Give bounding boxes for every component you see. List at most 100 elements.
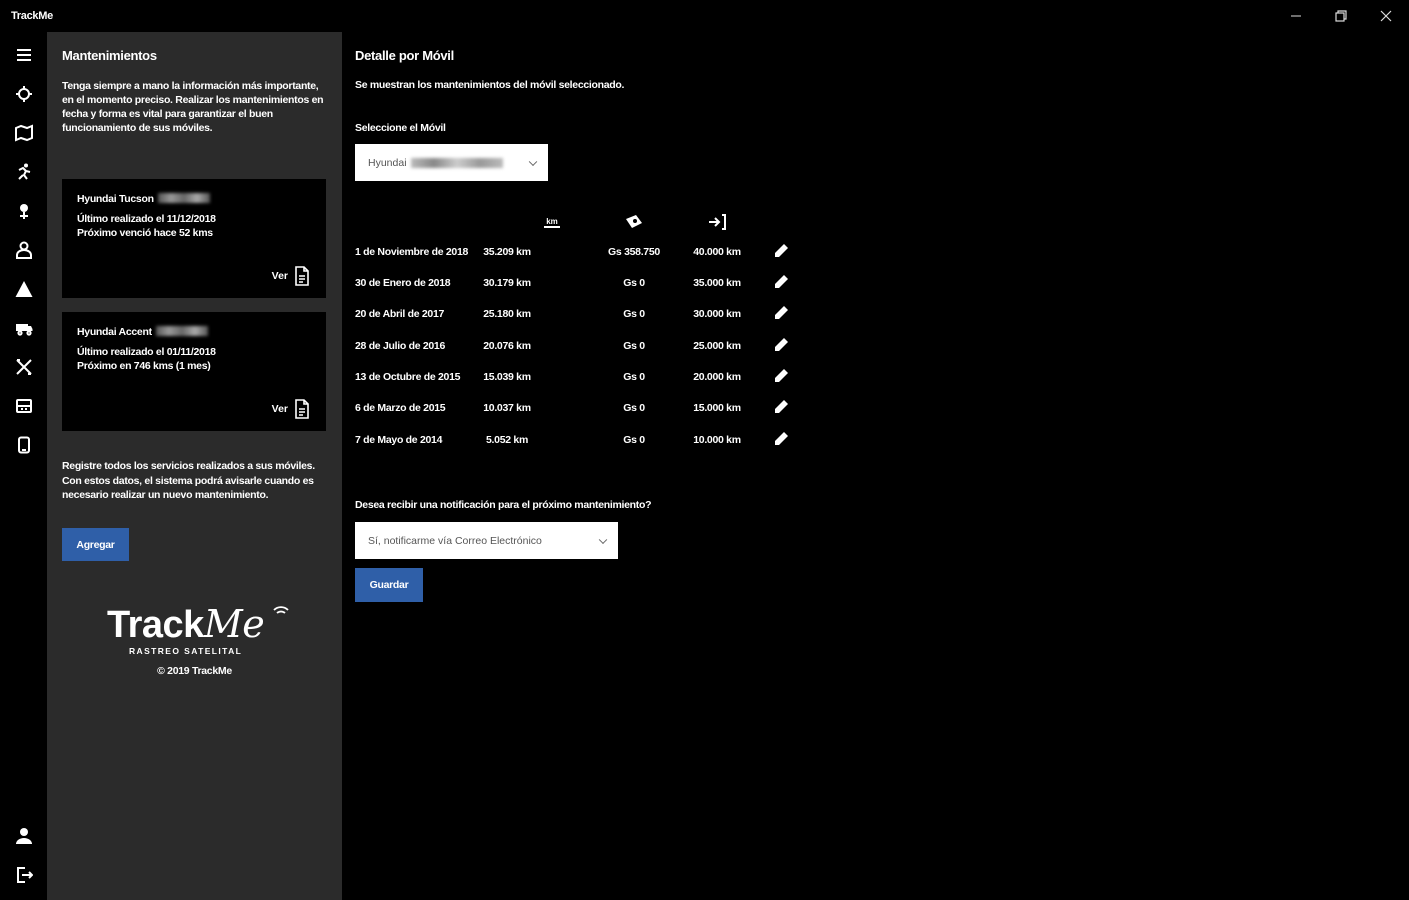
pencil-icon (775, 338, 788, 351)
pin-icon (20, 204, 28, 219)
card-next-service: Próximo venció hace 52 kms (77, 227, 213, 239)
add-button[interactable]: Agregar (62, 528, 129, 561)
nav-alerts[interactable] (8, 275, 40, 303)
table-row: 7 de Mayo de 2014 5.052 km Gs 0 10.000 k… (355, 431, 795, 451)
nav-rail (0, 32, 47, 900)
close-button[interactable] (1366, 4, 1406, 28)
nav-maintenance[interactable] (8, 353, 40, 381)
row-date: 1 de Noviembre de 2018 (355, 246, 469, 258)
nav-tracking[interactable] (8, 80, 40, 108)
title-bar: TrackMe (0, 0, 1409, 32)
edit-button[interactable] (773, 274, 789, 290)
notification-select-value: Sí, notificarme vía Correo Electrónico (368, 534, 542, 547)
maintenance-panel: Mantenimientos Tenga siempre a mano la i… (47, 32, 342, 900)
document-icon (295, 399, 309, 419)
row-date: 20 de Abril de 2017 (355, 308, 445, 320)
menu-button[interactable] (8, 41, 40, 69)
row-km: 20.076 km (483, 340, 531, 352)
view-label: Ver (271, 403, 288, 415)
row-cost: Gs 0 (623, 277, 645, 289)
column-km-header: km (532, 212, 572, 232)
chevron-down-icon (598, 535, 608, 544)
minimize-icon (1291, 15, 1301, 17)
document-icon (295, 266, 309, 286)
row-cost: Gs 0 (623, 371, 645, 383)
nav-devices[interactable] (8, 431, 40, 459)
pencil-icon (775, 244, 788, 257)
register-text: Registre todos los servicios realizados … (62, 460, 315, 501)
chevron-down-icon (528, 157, 538, 166)
edit-button[interactable] (773, 431, 789, 447)
nav-map[interactable] (8, 119, 40, 147)
edit-button[interactable] (773, 305, 789, 321)
pencil-icon (775, 306, 788, 319)
minimize-button[interactable] (1276, 4, 1316, 28)
signal-icon (273, 606, 289, 614)
nav-drivers[interactable] (8, 236, 40, 264)
detail-title: Detalle por Móvil (355, 48, 454, 63)
row-cost: Gs 0 (623, 402, 645, 414)
table-row: 20 de Abril de 2017 25.180 km Gs 0 30.00… (355, 305, 795, 325)
row-next: 25.000 km (693, 340, 741, 352)
row-date: 7 de Mayo de 2014 (355, 434, 443, 446)
row-km: 15.039 km (483, 371, 531, 383)
pencil-icon (775, 369, 788, 382)
save-button[interactable]: Guardar (355, 568, 423, 602)
row-date: 28 de Julio de 2016 (355, 340, 446, 352)
tools-icon (16, 359, 32, 375)
view-label: Ver (271, 270, 288, 282)
nav-fleet[interactable] (8, 314, 40, 342)
table-row: 6 de Marzo de 2015 10.037 km Gs 0 15.000… (355, 399, 795, 419)
redacted-plate (157, 193, 210, 203)
column-cost-header (614, 212, 654, 232)
nav-logout[interactable] (8, 861, 40, 889)
maximize-button[interactable] (1321, 4, 1361, 28)
trackme-logo: TrackMe RASTREO SATELITAL (107, 602, 297, 662)
column-next-header (697, 212, 737, 232)
map-icon (15, 124, 33, 142)
redacted-plate (410, 157, 503, 168)
row-next: 30.000 km (693, 308, 741, 320)
vehicle-select-value: Hyundai (368, 156, 407, 169)
card-view-button[interactable]: Ver (272, 266, 310, 286)
card-next-service: Próximo en 746 kms (1 mes) (77, 360, 211, 372)
edit-button[interactable] (773, 337, 789, 353)
notification-select[interactable]: Sí, notificarme vía Correo Electrónico (355, 522, 618, 559)
pencil-icon (775, 400, 788, 413)
row-cost: Gs 358.750 (608, 246, 660, 258)
panel-intro: Tenga siempre a mano la información más … (62, 80, 324, 134)
edit-button[interactable] (773, 368, 789, 384)
phone-icon (18, 436, 30, 454)
row-km: 30.179 km (483, 277, 531, 289)
select-vehicle-label: Seleccione el Móvil (355, 122, 446, 134)
user-icon (16, 828, 32, 844)
logo-me: Me (203, 602, 265, 646)
row-next: 40.000 km (693, 246, 741, 258)
row-date: 13 de Octubre de 2015 (355, 371, 461, 383)
table-row: 28 de Julio de 2016 20.076 km Gs 0 25.00… (355, 337, 795, 357)
card-last-service: Último realizado el 01/11/2018 (77, 346, 216, 358)
nav-profile[interactable] (8, 822, 40, 850)
logo-subtitle: RASTREO SATELITAL (129, 646, 243, 656)
nav-vehicles[interactable] (8, 392, 40, 420)
table-row: 1 de Noviembre de 2018 35.209 km Gs 358.… (355, 243, 795, 263)
alert-icon (15, 281, 33, 297)
edit-button[interactable] (773, 399, 789, 415)
target-icon (16, 86, 32, 102)
row-cost: Gs 0 (623, 308, 645, 320)
edit-button[interactable] (773, 243, 789, 259)
card-view-button[interactable]: Ver (272, 399, 310, 419)
row-km: 10.037 km (483, 402, 531, 414)
row-date: 30 de Enero de 2018 (355, 277, 451, 289)
nav-places[interactable] (8, 197, 40, 225)
row-next: 15.000 km (693, 402, 741, 414)
detail-subtitle: Se muestran los mantenimientos del móvil… (355, 79, 625, 91)
row-next: 35.000 km (693, 277, 741, 289)
row-cost: Gs 0 (623, 340, 645, 352)
restore-icon (1335, 10, 1347, 22)
card-title-row: Hyundai Accent (77, 326, 208, 338)
nav-activity[interactable] (8, 158, 40, 186)
panel-title: Mantenimientos (62, 48, 157, 63)
vehicle-select[interactable]: Hyundai (355, 144, 548, 181)
vehicle-card: Hyundai Accent Último realizado el 01/11… (62, 312, 326, 431)
